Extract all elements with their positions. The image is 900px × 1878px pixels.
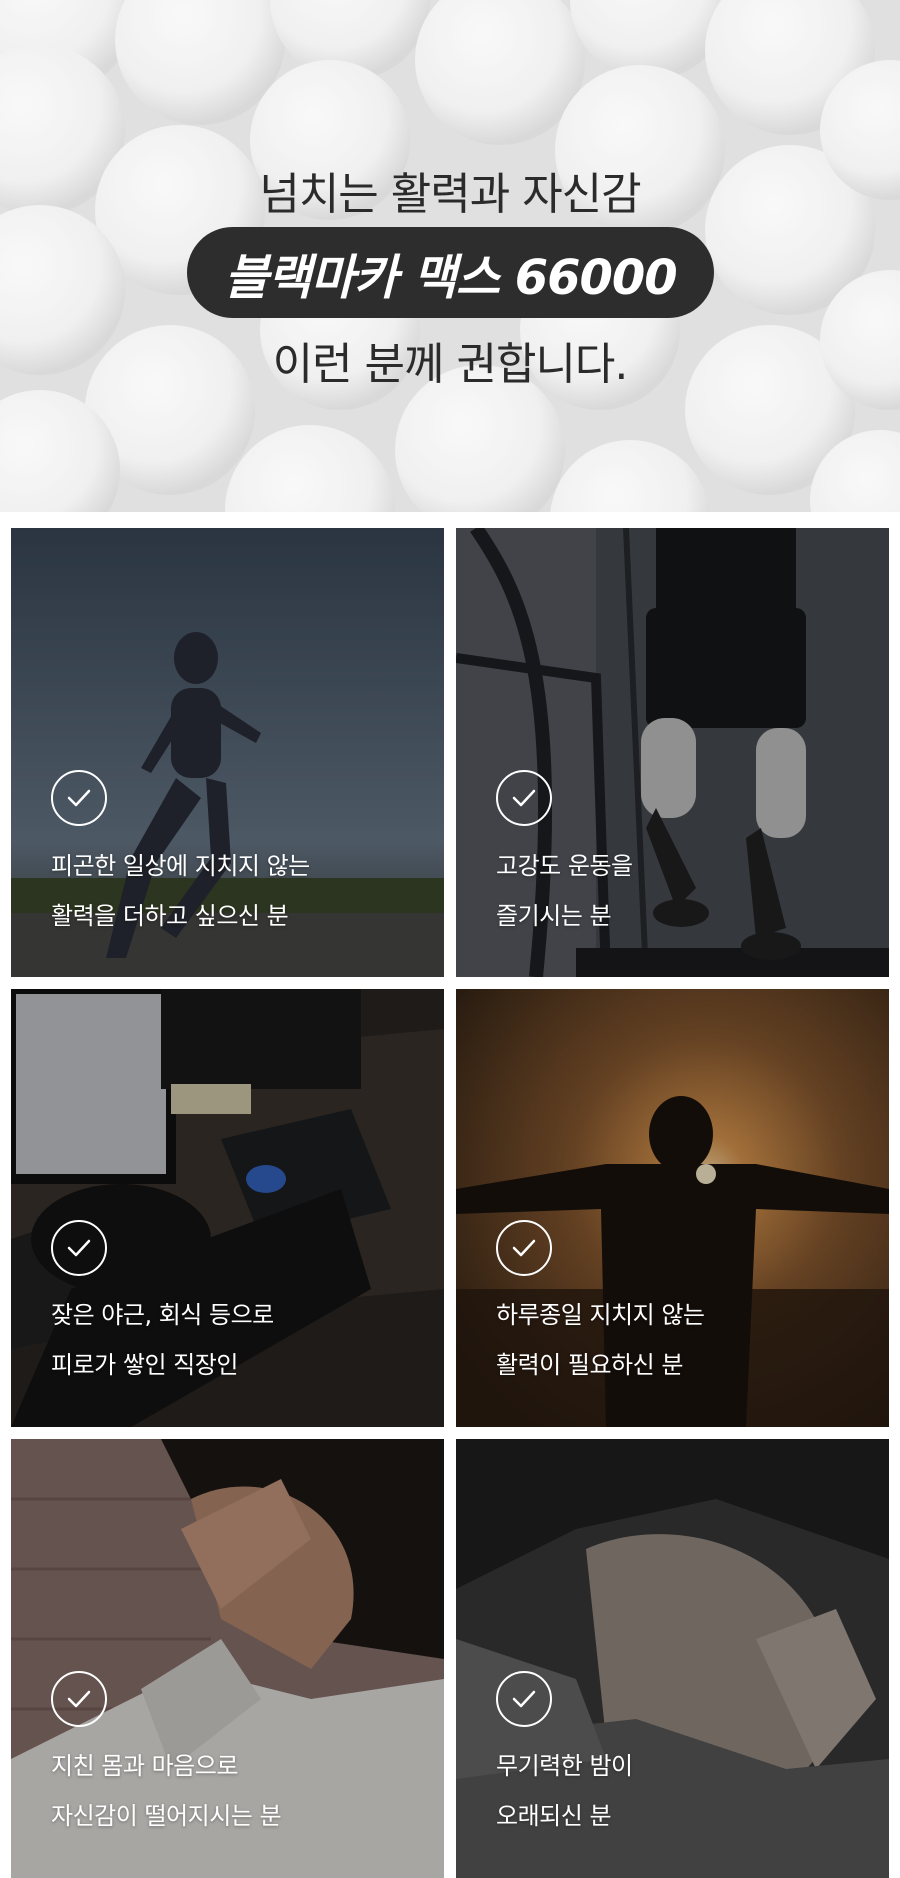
card-text-line1: 지친 몸과 마음으로 bbox=[51, 1752, 238, 1780]
check-circle-icon bbox=[51, 770, 107, 826]
check-circle-icon bbox=[51, 1671, 107, 1727]
recommend-card-3: 잦은 야근, 회식 등으로 피로가 쌓인 직장인 bbox=[11, 989, 444, 1427]
card-text-line1: 잦은 야근, 회식 등으로 bbox=[51, 1301, 274, 1329]
card-text-line2: 자신감이 떨어지시는 분 bbox=[51, 1802, 282, 1830]
card-text-line1: 하루종일 지치지 않는 bbox=[496, 1301, 705, 1329]
card-text-line1: 무기력한 밤이 bbox=[496, 1752, 633, 1780]
card-text-line2: 활력이 필요하신 분 bbox=[496, 1351, 683, 1379]
recommend-card-6: 무기력한 밤이 오래되신 분 bbox=[456, 1439, 889, 1878]
card-text-line2: 즐기시는 분 bbox=[496, 902, 612, 930]
product-name-pill: 블랙마카 맥스 66000 bbox=[187, 227, 714, 318]
card-text-line2: 활력을 더하고 싶으신 분 bbox=[51, 902, 289, 930]
check-circle-icon bbox=[496, 1671, 552, 1727]
hero-banner: 넘치는 활력과 자신감 블랙마카 맥스 66000 이런 분께 권합니다. bbox=[0, 0, 900, 512]
card-text-line1: 고강도 운동을 bbox=[496, 852, 633, 880]
recommend-card-4: 하루종일 지치지 않는 활력이 필요하신 분 bbox=[456, 989, 889, 1427]
check-circle-icon bbox=[51, 1220, 107, 1276]
card-text-line2: 오래되신 분 bbox=[496, 1802, 612, 1830]
recommend-card-2: 고강도 운동을 즐기시는 분 bbox=[456, 528, 889, 977]
card-text-line2: 피로가 쌓인 직장인 bbox=[51, 1351, 238, 1379]
product-name: 블랙마카 맥스 66000 bbox=[224, 249, 677, 306]
hero-heading: 넘치는 활력과 자신감 bbox=[259, 169, 641, 220]
check-circle-icon bbox=[496, 1220, 552, 1276]
hero-subheading: 이런 분께 권합니다. bbox=[272, 339, 629, 390]
recommend-card-1: 피곤한 일상에 지치지 않는 활력을 더하고 싶으신 분 bbox=[11, 528, 444, 977]
card-text-line1: 피곤한 일상에 지치지 않는 bbox=[51, 852, 310, 880]
check-circle-icon bbox=[496, 770, 552, 826]
recommend-card-5: 지친 몸과 마음으로 자신감이 떨어지시는 분 bbox=[11, 1439, 444, 1878]
